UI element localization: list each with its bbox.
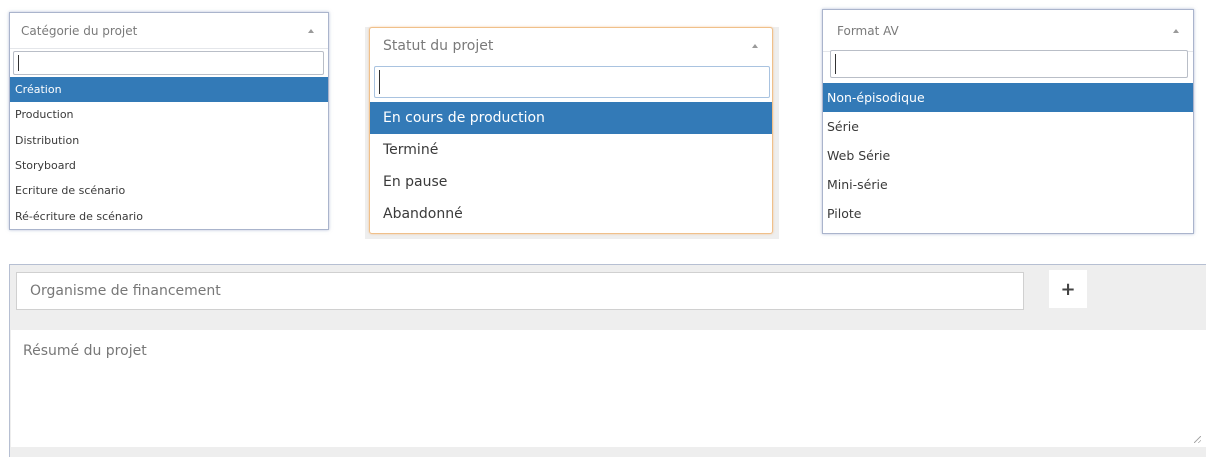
option-web-serie[interactable]: Web Série: [823, 141, 1193, 170]
format-label: Format AV: [837, 24, 899, 38]
statut-options: En cours de production Terminé En pause …: [370, 102, 772, 230]
statut-dropdown[interactable]: Statut du projet En cours de production …: [369, 27, 773, 234]
plus-icon: +: [1060, 278, 1076, 300]
option-en-pause[interactable]: En pause: [370, 166, 772, 198]
funding-input[interactable]: Organisme de financement: [16, 272, 1024, 310]
format-options: Non-épisodique Série Web Série Mini-séri…: [823, 83, 1193, 228]
option-production[interactable]: Production: [10, 102, 328, 127]
categorie-search-input[interactable]: [13, 51, 324, 75]
option-en-cours[interactable]: En cours de production: [370, 102, 772, 134]
option-ecriture-scenario[interactable]: Ecriture de scénario: [10, 178, 328, 203]
add-funding-button[interactable]: +: [1049, 270, 1087, 308]
option-pilote[interactable]: Pilote: [823, 199, 1193, 228]
option-abandonne[interactable]: Abandonné: [370, 198, 772, 230]
format-search-input[interactable]: [830, 50, 1188, 78]
funding-placeholder: Organisme de financement: [30, 283, 221, 299]
option-creation[interactable]: Création: [10, 77, 328, 103]
option-storyboard[interactable]: Storyboard: [10, 153, 328, 178]
text-cursor: [835, 54, 836, 74]
summary-textarea[interactable]: Résumé du projet: [11, 330, 1206, 447]
categorie-label: Catégorie du projet: [21, 23, 138, 38]
option-reecriture-scenario[interactable]: Ré-écriture de scénario: [10, 203, 328, 228]
summary-placeholder: Résumé du projet: [23, 343, 147, 359]
format-select[interactable]: Format AV: [823, 10, 1193, 52]
caret-up-icon[interactable]: [308, 28, 314, 33]
categorie-options: Création Production Distribution Storybo…: [10, 77, 328, 229]
caret-up-icon[interactable]: [1173, 28, 1179, 33]
option-serie[interactable]: Série: [823, 112, 1193, 141]
resize-handle-icon[interactable]: [1194, 436, 1201, 443]
categorie-dropdown[interactable]: Catégorie du projet Création Production …: [9, 12, 329, 230]
caret-up-icon[interactable]: [752, 44, 758, 48]
option-termine[interactable]: Terminé: [370, 134, 772, 166]
categorie-select[interactable]: Catégorie du projet: [10, 13, 328, 49]
option-non-episodique[interactable]: Non-épisodique: [823, 83, 1193, 112]
statut-search-input[interactable]: [374, 66, 770, 98]
option-distribution[interactable]: Distribution: [10, 128, 328, 153]
option-mini-serie[interactable]: Mini-série: [823, 170, 1193, 199]
text-cursor: [18, 55, 19, 71]
statut-label: Statut du projet: [383, 38, 494, 54]
format-dropdown[interactable]: Format AV Non-épisodique Série Web Série…: [822, 9, 1194, 234]
text-cursor: [379, 70, 380, 94]
statut-select[interactable]: Statut du projet: [370, 28, 772, 64]
project-details-section: Organisme de financement + Résumé du pro…: [9, 264, 1206, 457]
